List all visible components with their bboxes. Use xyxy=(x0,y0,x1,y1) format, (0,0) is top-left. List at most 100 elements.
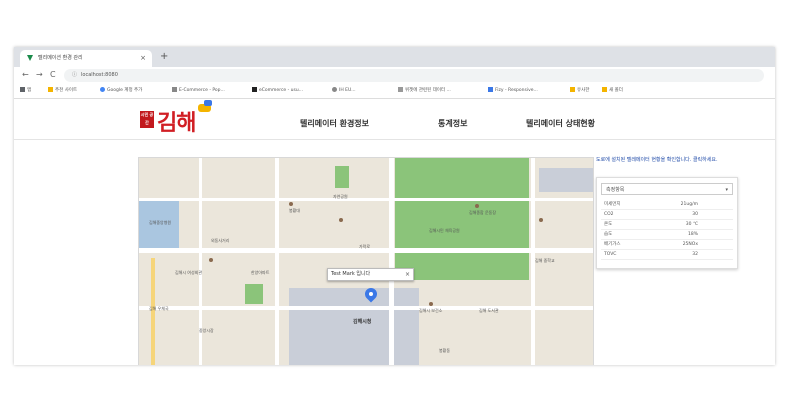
map-label: 중앙시장 xyxy=(199,328,214,333)
tab-strip: 텔리메이션 환경 관리 × + xyxy=(14,47,775,67)
row-value: 18% xyxy=(687,232,698,237)
row-key: 습도 xyxy=(604,232,613,237)
map-view[interactable]: 김해시청 김해시민 체육공원 김해종합 운동장 봉황대 김해중앙병원 외동사거리… xyxy=(138,157,594,365)
folder-icon xyxy=(602,87,607,92)
select-value: 측정항목 xyxy=(606,187,625,193)
poi-marker xyxy=(289,202,293,206)
map-label: 봉황동 xyxy=(439,348,451,353)
row-key: TOVC xyxy=(604,252,617,257)
poi-marker xyxy=(539,218,543,222)
page-icon xyxy=(332,87,337,92)
url-input[interactable]: ⓘ localhost:8080 xyxy=(64,69,764,82)
menu-telemetry-status[interactable]: 텔리메이터 상태현황 xyxy=(526,118,595,129)
bookmark-item[interactable]: 유사한 xyxy=(570,84,589,98)
poi-marker xyxy=(429,302,433,306)
poi-marker xyxy=(339,218,343,222)
site-logo[interactable]: 김해 xyxy=(157,105,196,137)
bookmark-item[interactable]: eCommerce - usu... xyxy=(252,84,303,98)
page-icon xyxy=(252,87,257,92)
row-value: 30 ℃ xyxy=(685,222,698,227)
row-key: 온도 xyxy=(604,222,613,227)
bookmark-item[interactable]: Fizy - Responsive... xyxy=(488,84,538,98)
table-row: 배기가스 25NOx xyxy=(601,240,733,250)
map-road xyxy=(275,158,279,365)
apps-icon xyxy=(20,87,25,92)
marker-info-text: Test Mark 입니다 xyxy=(331,271,371,277)
folder-icon xyxy=(570,87,575,92)
row-value: 32 xyxy=(692,252,698,257)
map-label: 외동사거리 xyxy=(211,238,230,243)
chevron-down-icon: ▾ xyxy=(725,187,728,193)
map-road xyxy=(139,198,593,201)
side-note: 도로에 설치된 텔레메이터 현황을 확인합니다. 클릭하세요. xyxy=(596,157,718,163)
sensor-panel: 측정항목 ▾ 미세먼지 21ug/m CO2 30 온도 30 ℃ 습도 18% 배기가… xyxy=(596,177,738,269)
table-row: 습도 18% xyxy=(601,230,733,240)
google-icon xyxy=(398,87,403,92)
tab-title: 텔리메이션 환경 관리 xyxy=(38,55,83,61)
bookmark-item[interactable]: 앱 xyxy=(20,84,31,98)
row-value: 25NOx xyxy=(682,242,698,247)
row-key: 배기가스 xyxy=(604,242,621,247)
bookmark-item[interactable]: 새 폴더 xyxy=(602,84,623,98)
map-pin-center xyxy=(369,292,373,296)
map-label: 가락로 xyxy=(359,244,371,249)
menu-statistics[interactable]: 통계정보 xyxy=(438,118,467,129)
logo-badge: 시민 공간 xyxy=(140,111,154,128)
row-key: CO2 xyxy=(604,212,614,217)
google-icon xyxy=(100,87,105,92)
row-key: 미세먼지 xyxy=(604,202,621,207)
map-label: 김해 우체국 xyxy=(149,306,169,311)
map-label: 김해시 여성회관 xyxy=(175,270,203,275)
map-label: 김해시청 xyxy=(353,319,372,325)
table-row: TOVC 32 xyxy=(601,250,733,260)
info-window-close-icon[interactable]: × xyxy=(405,269,410,280)
browser-tab[interactable]: 텔리메이션 환경 관리 × xyxy=(20,50,152,67)
site-favicon-icon xyxy=(27,55,33,61)
table-row: 온도 30 ℃ xyxy=(601,220,733,230)
info-icon: ⓘ xyxy=(72,72,78,78)
poi-marker xyxy=(475,204,479,208)
map-label: 김해시 보건소 xyxy=(419,308,443,313)
map-park xyxy=(395,158,529,280)
bookmarks-bar: 앱 추천 사이트 Google 계정 추가 E-Commerce - Pop..… xyxy=(14,84,775,99)
page-icon xyxy=(172,87,177,92)
map-building xyxy=(289,288,419,365)
poi-marker xyxy=(209,258,213,262)
map-label: 봉황대 xyxy=(289,208,301,213)
bookmark-item[interactable]: E-Commerce - Pop... xyxy=(172,84,225,98)
table-row: 미세먼지 21ug/m xyxy=(601,200,733,210)
map-label: 김해중앙병원 xyxy=(149,220,172,225)
map-label: 한양아파트 xyxy=(251,270,270,275)
map-label: 김해종합 운동장 xyxy=(469,210,497,215)
bookmark-item[interactable]: IH EU... xyxy=(332,84,356,98)
forward-button[interactable]: → xyxy=(36,70,43,79)
reload-button[interactable]: C xyxy=(50,70,56,79)
tab-close-icon[interactable]: × xyxy=(140,50,146,67)
back-button[interactable]: ← xyxy=(22,70,29,79)
bookmark-item[interactable]: Google 계정 추가 xyxy=(100,84,142,98)
row-value: 21ug/m xyxy=(680,202,698,207)
measure-select[interactable]: 측정항목 ▾ xyxy=(601,183,733,195)
url-text: localhost:8080 xyxy=(81,72,118,78)
logo-decoration xyxy=(204,100,212,106)
browser-window: 텔리메이션 환경 관리 × + ← → C ⓘ localhost:8080 앱 … xyxy=(14,47,775,365)
folder-icon xyxy=(48,87,53,92)
map-building xyxy=(539,168,593,192)
map-label: 김해시민 체육공원 xyxy=(429,228,460,233)
site-header: 시민 공간 김해 텔리메이터 환경정보 통계정보 텔리메이터 상태현황 xyxy=(14,99,775,140)
address-bar-row: ← → C ⓘ localhost:8080 xyxy=(14,67,775,84)
bookmark-item[interactable]: 위젯에 관련된 데이터 ... xyxy=(398,84,451,98)
map-label: 자연공원 xyxy=(333,194,348,199)
table-row: CO2 30 xyxy=(601,210,733,220)
new-tab-button[interactable]: + xyxy=(160,51,168,62)
map-label: 김해 도서관 xyxy=(479,308,499,313)
map-road xyxy=(389,158,394,365)
row-value: 30 xyxy=(692,212,698,217)
map-label: 김해 중학교 xyxy=(535,258,555,263)
bookmark-item[interactable]: 추천 사이트 xyxy=(48,84,77,98)
map-park xyxy=(335,166,349,188)
map-road xyxy=(139,306,593,310)
page-icon xyxy=(488,87,493,92)
marker-info-window: Test Mark 입니다 × xyxy=(327,268,414,281)
menu-environment-info[interactable]: 텔리메이터 환경정보 xyxy=(300,118,369,129)
